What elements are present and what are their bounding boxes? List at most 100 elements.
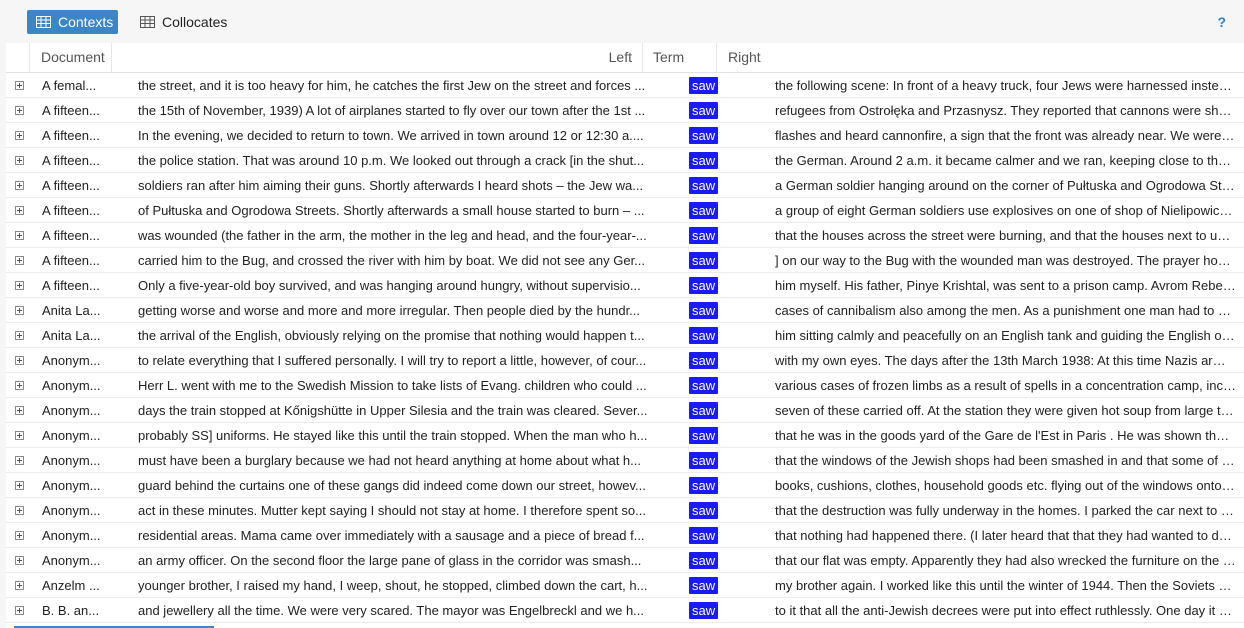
row-expander[interactable]	[6, 105, 31, 115]
expand-plus-icon[interactable]	[15, 105, 24, 115]
expand-plus-icon[interactable]	[15, 280, 24, 290]
term-highlight: saw	[689, 551, 719, 569]
cell-document: A fifteen...	[42, 227, 100, 243]
expand-plus-icon[interactable]	[15, 480, 24, 490]
table-row[interactable]: A fifteen... Only a five-year-old boy sur…	[6, 273, 1244, 298]
column-header-term[interactable]: Term	[642, 43, 716, 72]
row-expander[interactable]	[6, 380, 31, 390]
row-expander[interactable]	[6, 130, 31, 140]
row-expander[interactable]	[6, 505, 31, 515]
cell-document: A fifteen...	[42, 202, 100, 218]
table-row[interactable]: A fifteen... carried him to the Bug, and …	[6, 248, 1244, 273]
table-row[interactable]: A fifteen... of Pułtuska and Ogrodowa Str…	[6, 198, 1244, 223]
cell-document: Anita La...	[42, 327, 101, 343]
row-expander[interactable]	[6, 230, 31, 240]
row-expander[interactable]	[6, 455, 31, 465]
cell-right-context: the following scene: In front of a heavy…	[775, 77, 1244, 93]
table-row[interactable]: A fifteen... the 15th of November, 1939) …	[6, 98, 1244, 123]
table-row[interactable]: A fifteen... the police station. That was…	[6, 148, 1244, 173]
row-expander[interactable]	[6, 480, 31, 490]
table-row[interactable]: Anonym... days the train stopped at Kőnig…	[6, 398, 1244, 423]
cell-document: Anonym...	[42, 552, 101, 568]
tab-contexts[interactable]: Contexts	[27, 10, 118, 34]
table-row[interactable]: A fifteen... soldiers ran after him aimin…	[6, 173, 1244, 198]
expand-plus-icon[interactable]	[15, 580, 24, 590]
column-header-right[interactable]: Right	[716, 43, 1244, 72]
expand-plus-icon[interactable]	[15, 130, 24, 140]
cell-document: Anonym...	[42, 377, 101, 393]
expand-plus-icon[interactable]	[15, 330, 24, 340]
row-expander[interactable]	[6, 430, 31, 440]
cell-left-context: the police station. That was around 10 p…	[138, 152, 645, 168]
expand-plus-icon[interactable]	[15, 355, 24, 365]
row-expander[interactable]	[6, 305, 31, 315]
cell-term: saw	[679, 76, 763, 94]
expand-plus-icon[interactable]	[15, 255, 24, 265]
term-highlight: saw	[689, 501, 719, 519]
expand-plus-icon[interactable]	[15, 80, 24, 90]
cell-left-context: an army officer. On the second floor the…	[138, 552, 642, 568]
help-icon[interactable]: ?	[1217, 14, 1226, 30]
cell-right-context: my brother again. I worked like this unt…	[775, 577, 1244, 593]
row-expander[interactable]	[6, 330, 31, 340]
table-row[interactable]: Anonym... must have been a burglary becau…	[6, 448, 1244, 473]
expand-plus-icon[interactable]	[15, 230, 24, 240]
expand-plus-icon[interactable]	[15, 405, 24, 415]
table-row[interactable]: Anita La... getting worse and worse and m…	[6, 298, 1244, 323]
row-expander[interactable]	[6, 205, 31, 215]
row-expander[interactable]	[6, 405, 31, 415]
cell-left-context: Herr L. went with me to the Swedish Miss…	[138, 377, 647, 393]
expand-plus-icon[interactable]	[15, 530, 24, 540]
cell-term: saw	[679, 276, 763, 294]
row-expander[interactable]	[6, 280, 31, 290]
expand-plus-icon[interactable]	[15, 305, 24, 315]
cell-left-context: was wounded (the father in the arm, the …	[138, 227, 647, 243]
expand-plus-icon[interactable]	[15, 380, 24, 390]
expand-plus-icon[interactable]	[15, 605, 24, 615]
table-row[interactable]: B. B. an... and jewellery all the time. W…	[6, 598, 1244, 623]
table-row[interactable]: Anonym... act in these minutes. Mutter ke…	[6, 498, 1244, 523]
term-highlight: saw	[689, 426, 719, 444]
tab-collocates[interactable]: Collocates	[136, 10, 231, 34]
expand-plus-icon[interactable]	[15, 430, 24, 440]
expand-plus-icon[interactable]	[15, 455, 24, 465]
row-expander[interactable]	[6, 580, 31, 590]
cell-document: Anzelm ...	[42, 577, 100, 593]
table-row[interactable]: Anonym... guard behind the curtains one o…	[6, 473, 1244, 498]
table-row[interactable]: A fifteen... In the evening, we decided t…	[6, 123, 1244, 148]
cell-left-context: residential areas. Mama came over immedi…	[138, 527, 645, 543]
table-row[interactable]: Anzelm ... younger brother, I raised my h…	[6, 573, 1244, 598]
table-row[interactable]: Anonym... residential areas. Mama came ov…	[6, 523, 1244, 548]
cell-right-context: books, cushions, clothes, household good…	[775, 477, 1244, 493]
expand-plus-icon[interactable]	[15, 555, 24, 565]
table-row[interactable]: A femal... the street, and it is too heav…	[6, 73, 1244, 98]
table-row[interactable]: Anita La... the arrival of the English, o…	[6, 323, 1244, 348]
row-expander[interactable]	[6, 555, 31, 565]
expand-plus-icon[interactable]	[15, 155, 24, 165]
expand-plus-icon[interactable]	[15, 180, 24, 190]
row-expander[interactable]	[6, 355, 31, 365]
row-expander[interactable]	[6, 530, 31, 540]
row-expander[interactable]	[6, 180, 31, 190]
expand-plus-icon[interactable]	[15, 505, 24, 515]
row-expander[interactable]	[6, 605, 31, 615]
row-expander[interactable]	[6, 155, 31, 165]
cell-right-context: him myself. His father, Pinye Krishtal, …	[775, 277, 1244, 293]
expand-plus-icon[interactable]	[15, 205, 24, 215]
cell-term: saw	[679, 576, 763, 594]
table-row[interactable]: Anonym... probably SS] uniforms. He staye…	[6, 423, 1244, 448]
table-row[interactable]: Anonym... Herr L. went with me to the Swe…	[6, 373, 1244, 398]
table-row[interactable]: Anonym... to relate everything that I suf…	[6, 348, 1244, 373]
table-row[interactable]: A fifteen... was wounded (the father in t…	[6, 223, 1244, 248]
row-expander[interactable]	[6, 80, 31, 90]
column-header-left[interactable]: Left	[111, 43, 642, 72]
table-icon	[140, 16, 155, 28]
cell-document: B. B. an...	[42, 602, 100, 618]
table-row[interactable]: Anonym... an army officer. On the second …	[6, 548, 1244, 573]
term-highlight: saw	[689, 601, 719, 619]
column-header-document[interactable]: Document	[29, 43, 111, 72]
term-highlight: saw	[689, 76, 719, 94]
row-expander[interactable]	[6, 255, 31, 265]
cell-document: Anonym...	[42, 402, 101, 418]
cell-right-context: with my own eyes. The days after the 13t…	[775, 352, 1244, 368]
